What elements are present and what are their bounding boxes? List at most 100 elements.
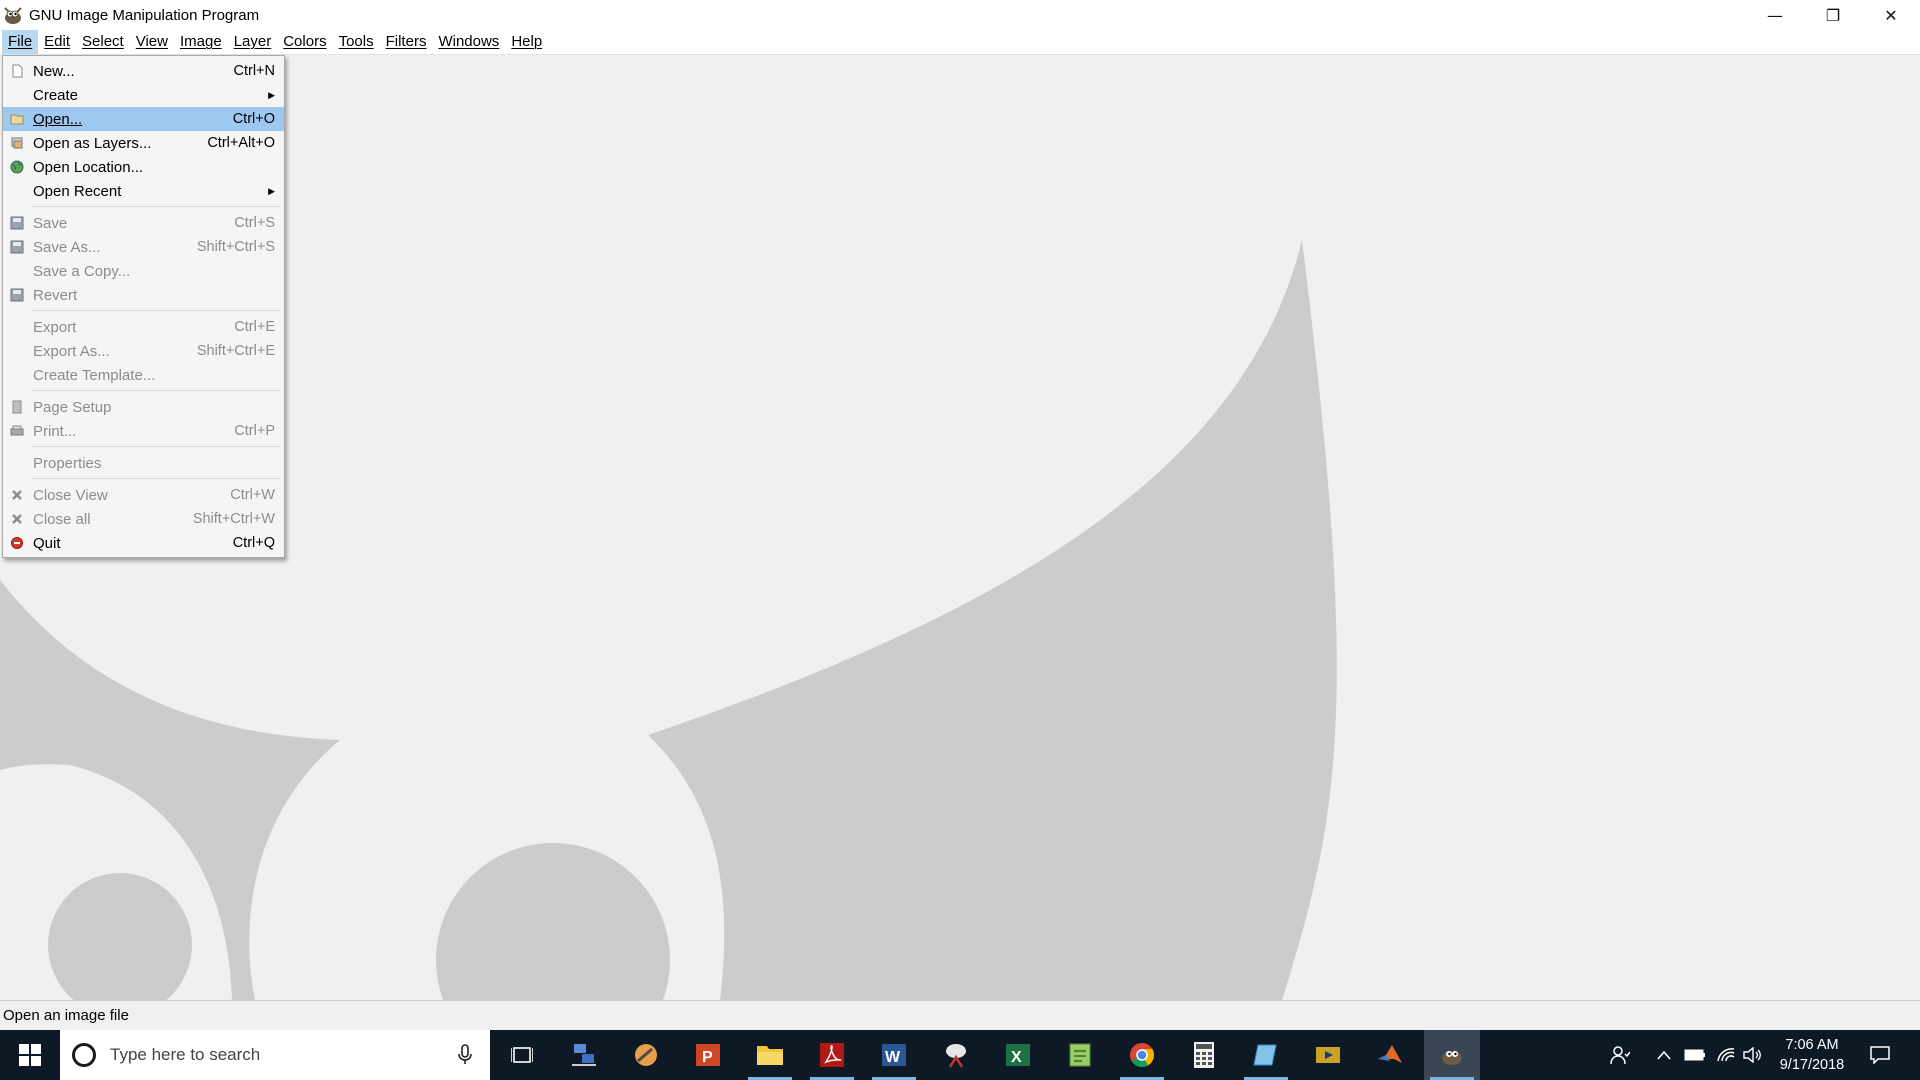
menu-item-quit[interactable]: Quit Ctrl+Q bbox=[3, 531, 284, 555]
menu-separator bbox=[3, 443, 284, 451]
menu-item-save-as[interactable]: Save As... Shift+Ctrl+S bbox=[3, 235, 284, 259]
action-center-icon[interactable] bbox=[1860, 1030, 1900, 1080]
taskbar-search-box[interactable] bbox=[60, 1030, 490, 1080]
show-hidden-icons-chevron-icon[interactable] bbox=[1652, 1030, 1676, 1080]
new-document-icon bbox=[12, 64, 23, 78]
window-controls: — ❐ ✕ bbox=[1746, 0, 1920, 30]
menu-item-export-as[interactable]: Export As... Shift+Ctrl+E bbox=[3, 339, 284, 363]
svg-text:X: X bbox=[1011, 1049, 1022, 1066]
matlab-icon[interactable] bbox=[1362, 1030, 1418, 1080]
menu-image[interactable]: Image bbox=[174, 30, 228, 54]
menu-item-label: Open Recent bbox=[33, 182, 122, 200]
menu-item-close-all[interactable]: Close all Shift+Ctrl+W bbox=[3, 507, 284, 531]
paint-app-icon[interactable] bbox=[618, 1030, 674, 1080]
menu-filters[interactable]: Filters bbox=[380, 30, 433, 54]
menu-item-label: Properties bbox=[33, 454, 102, 472]
gimp-icon[interactable] bbox=[1424, 1030, 1480, 1080]
menu-tools[interactable]: Tools bbox=[333, 30, 380, 54]
gimp-logo-icon bbox=[4, 7, 22, 24]
menu-item-label: Revert bbox=[33, 286, 78, 304]
menu-item-save-a-copy[interactable]: Save a Copy... bbox=[3, 259, 284, 283]
menu-separator bbox=[3, 307, 284, 315]
menu-layer[interactable]: Layer bbox=[228, 30, 278, 54]
save-as-icon bbox=[10, 240, 24, 254]
menu-item-label: Open Location... bbox=[33, 158, 144, 176]
menu-item-save[interactable]: Save Ctrl+S bbox=[3, 211, 284, 235]
window-title: GNU Image Manipulation Program bbox=[29, 6, 260, 24]
print-icon bbox=[10, 425, 24, 436]
menu-bar: File Edit Select View Image Layer Colors… bbox=[0, 30, 1920, 55]
media-player-icon[interactable] bbox=[1300, 1030, 1356, 1080]
minimize-button[interactable]: — bbox=[1746, 0, 1804, 30]
menu-item-create[interactable]: Create ▶ bbox=[3, 83, 284, 107]
system-clock[interactable]: 7:06 AM 9/17/2018 bbox=[1762, 1035, 1862, 1075]
snipping-tool-icon[interactable] bbox=[928, 1030, 984, 1080]
wifi-icon[interactable] bbox=[1712, 1030, 1740, 1080]
menu-item-revert[interactable]: Revert bbox=[3, 283, 284, 307]
menu-item-open-location[interactable]: Open Location... bbox=[3, 155, 284, 179]
menu-edit[interactable]: Edit bbox=[38, 30, 76, 54]
task-view-icon[interactable] bbox=[494, 1030, 550, 1080]
empty-canvas-area[interactable] bbox=[0, 55, 1920, 1000]
acrobat-icon[interactable] bbox=[804, 1030, 860, 1080]
menu-item-label: Create Template... bbox=[33, 366, 156, 384]
menu-item-label: New... bbox=[33, 62, 75, 80]
status-text: Open an image file bbox=[3, 1007, 129, 1024]
globe-icon bbox=[10, 160, 24, 174]
menu-item-print[interactable]: Print... Ctrl+P bbox=[3, 419, 284, 443]
menu-item-label: Export As... bbox=[33, 342, 110, 360]
menu-item-label: Save a Copy... bbox=[33, 262, 131, 280]
microphone-icon[interactable] bbox=[458, 1044, 472, 1066]
menu-colors[interactable]: Colors bbox=[277, 30, 332, 54]
menu-item-properties[interactable]: Properties bbox=[3, 451, 284, 475]
menu-item-label: Page Setup bbox=[33, 398, 112, 416]
excel-icon[interactable]: X bbox=[990, 1030, 1046, 1080]
start-button[interactable] bbox=[0, 1030, 60, 1080]
menu-item-open[interactable]: Open... Ctrl+O bbox=[3, 107, 284, 131]
menu-item-create-template[interactable]: Create Template... bbox=[3, 363, 284, 387]
file-explorer-icon[interactable] bbox=[742, 1030, 798, 1080]
word-icon[interactable]: W bbox=[866, 1030, 922, 1080]
restore-button[interactable]: ❐ bbox=[1804, 0, 1862, 30]
close-button[interactable]: ✕ bbox=[1862, 0, 1920, 30]
menu-item-label: Create bbox=[33, 86, 79, 104]
notes-app-icon[interactable] bbox=[1238, 1030, 1294, 1080]
menu-item-label: Open... bbox=[33, 110, 83, 128]
menu-windows[interactable]: Windows bbox=[432, 30, 505, 54]
menu-view[interactable]: View bbox=[130, 30, 174, 54]
menu-item-shortcut: Ctrl+N bbox=[233, 63, 276, 79]
menu-item-label: Save As... bbox=[33, 238, 101, 256]
menu-help[interactable]: Help bbox=[505, 30, 548, 54]
taskbar-search-input[interactable] bbox=[110, 1045, 450, 1065]
file-menu-dropdown: New... Ctrl+N Create ▶ Open... Ctrl+O Op… bbox=[2, 55, 285, 558]
menu-item-label: Save bbox=[33, 214, 68, 232]
menu-item-shortcut: Shift+Ctrl+W bbox=[192, 511, 275, 527]
save-icon bbox=[10, 216, 24, 230]
menu-item-close-view[interactable]: Close View Ctrl+W bbox=[3, 483, 284, 507]
menu-item-shortcut: Ctrl+S bbox=[234, 215, 275, 231]
menu-item-new[interactable]: New... Ctrl+N bbox=[3, 59, 284, 83]
network-app-icon[interactable] bbox=[556, 1030, 612, 1080]
clock-date: 9/17/2018 bbox=[1779, 1057, 1845, 1073]
people-icon[interactable] bbox=[1602, 1030, 1638, 1080]
clock-time: 7:06 AM bbox=[1785, 1037, 1839, 1053]
close-view-icon bbox=[12, 490, 22, 500]
menu-item-label: Print... bbox=[33, 422, 77, 440]
submenu-arrow-icon: ▶ bbox=[268, 185, 275, 196]
title-bar: GNU Image Manipulation Program — ❐ ✕ bbox=[0, 0, 1920, 30]
chrome-icon[interactable] bbox=[1114, 1030, 1170, 1080]
menu-item-export[interactable]: Export Ctrl+E bbox=[3, 315, 284, 339]
menu-item-label: Open as Layers... bbox=[33, 134, 152, 152]
menu-item-page-setup[interactable]: Page Setup bbox=[3, 395, 284, 419]
revert-icon bbox=[10, 288, 24, 302]
battery-icon[interactable] bbox=[1680, 1030, 1710, 1080]
menu-item-label: Close View bbox=[33, 486, 108, 504]
powerpoint-icon[interactable]: P bbox=[680, 1030, 736, 1080]
menu-file[interactable]: File bbox=[2, 30, 39, 54]
calculator-icon[interactable] bbox=[1176, 1030, 1232, 1080]
menu-select[interactable]: Select bbox=[76, 30, 130, 54]
notepad-plus-icon[interactable] bbox=[1052, 1030, 1108, 1080]
open-as-layers-icon bbox=[11, 137, 23, 149]
menu-item-open-recent[interactable]: Open Recent ▶ bbox=[3, 179, 284, 203]
menu-item-open-as-layers[interactable]: Open as Layers... Ctrl+Alt+O bbox=[3, 131, 284, 155]
